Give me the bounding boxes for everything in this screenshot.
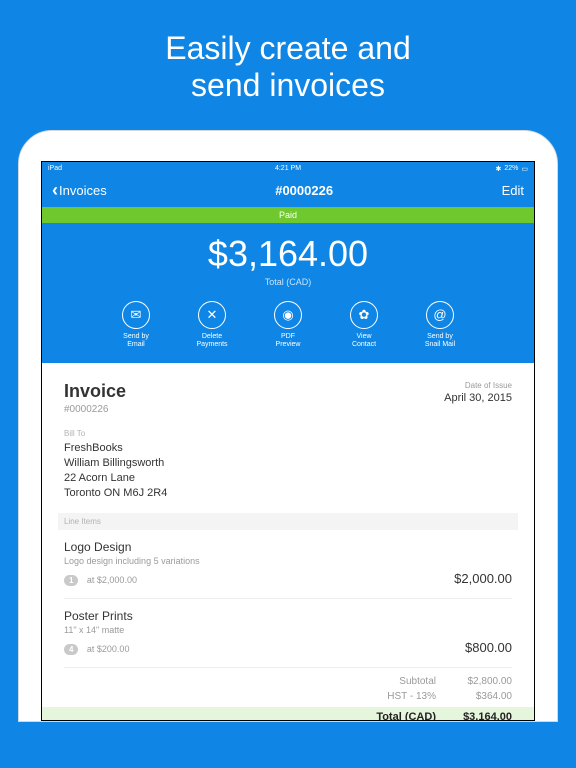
person-icon: ✿: [350, 301, 378, 329]
bill-to-block: FreshBooks William Billingsworth 22 Acor…: [64, 441, 512, 500]
invoice-amount: $3,164.00: [42, 233, 534, 275]
mail-icon: ✉: [122, 301, 150, 329]
close-icon: ✕: [198, 301, 226, 329]
snail-icon: @: [426, 301, 454, 329]
paid-banner: Paid: [42, 207, 534, 223]
item-name: Poster Prints: [64, 609, 512, 623]
qty-badge: 4: [64, 644, 78, 655]
status-bar: iPad 4:21 PM ✱ 22% ▭: [42, 162, 534, 176]
promo-headline: Easily create and send invoices: [0, 0, 576, 130]
view-contact-button[interactable]: ✿ ViewContact: [337, 301, 391, 350]
eye-icon: ◉: [274, 301, 302, 329]
line-item[interactable]: Logo Design Logo design including 5 vari…: [64, 530, 512, 599]
carrier-text: iPad: [48, 165, 62, 172]
invoice-header: Invoice #0000226 Date of Issue April 30,…: [64, 381, 512, 415]
back-label: Invoices: [59, 183, 107, 198]
bill-to-line: Toronto ON M6J 2R4: [64, 486, 512, 501]
totals-block: Subtotal $2,800.00 HST - 13% $364.00 Tot…: [64, 674, 512, 721]
nav-title: #0000226: [275, 183, 333, 198]
bill-to-line: FreshBooks: [64, 441, 512, 456]
invoice-title: Invoice: [64, 381, 126, 402]
promo-line1: Easily create and: [0, 30, 576, 67]
item-price: $2,000.00: [454, 571, 512, 586]
bill-to-line: 22 Acorn Lane: [64, 471, 512, 486]
bill-to-line: William Billingsworth: [64, 456, 512, 471]
battery-icon: ▭: [521, 165, 528, 173]
item-description: 11" x 14" matte: [64, 625, 512, 635]
bill-to-label: Bill To: [64, 429, 512, 438]
snail-mail-label: Send bySnail Mail: [425, 333, 455, 350]
promo-line2: send invoices: [0, 67, 576, 104]
item-name: Logo Design: [64, 540, 512, 554]
total-value: $3,164.00: [454, 711, 512, 721]
line-items-header: Line Items: [58, 513, 518, 530]
invoice-hero: $3,164.00 Total (CAD) ✉ Send byEmail ✕ D…: [42, 223, 534, 364]
qty-rate: at $200.00: [87, 644, 130, 654]
date-of-issue: April 30, 2015: [444, 392, 512, 404]
invoice-number: #0000226: [64, 404, 126, 415]
screen: iPad 4:21 PM ✱ 22% ▭ ‹ Invoices #0000226…: [41, 161, 535, 721]
status-right: ✱ 22% ▭: [495, 165, 528, 173]
invoice-body: Invoice #0000226 Date of Issue April 30,…: [42, 363, 534, 720]
date-of-issue-label: Date of Issue: [444, 381, 512, 390]
item-price: $800.00: [465, 640, 512, 655]
total-label: Total (CAD): [366, 711, 436, 721]
subtotal-label: Subtotal: [366, 676, 436, 687]
tax-value: $364.00: [454, 691, 512, 702]
qty-badge: 1: [64, 575, 78, 586]
battery-pct: 22%: [504, 165, 518, 172]
status-time: 4:21 PM: [275, 165, 301, 172]
send-email-button[interactable]: ✉ Send byEmail: [109, 301, 163, 350]
action-row: ✉ Send byEmail ✕ DeletePayments ◉ PDFPre…: [42, 301, 534, 350]
view-contact-label: ViewContact: [352, 333, 376, 350]
bluetooth-icon: ✱: [495, 165, 501, 173]
total-row: Total (CAD) $3,164.00: [42, 707, 534, 721]
delete-payments-label: DeletePayments: [196, 333, 227, 350]
item-description: Logo design including 5 variations: [64, 556, 512, 566]
invoice-amount-label: Total (CAD): [42, 277, 534, 287]
pdf-preview-label: PDFPreview: [276, 333, 301, 350]
chevron-left-icon: ‹: [52, 180, 58, 201]
delete-payments-button[interactable]: ✕ DeletePayments: [185, 301, 239, 350]
line-item[interactable]: Poster Prints 11" x 14" matte 4 at $200.…: [64, 599, 512, 668]
tax-row: HST - 13% $364.00: [64, 689, 512, 704]
subtotal-row: Subtotal $2,800.00: [64, 674, 512, 689]
qty-rate: at $2,000.00: [87, 575, 137, 585]
snail-mail-button[interactable]: @ Send bySnail Mail: [413, 301, 467, 350]
tablet-frame: iPad 4:21 PM ✱ 22% ▭ ‹ Invoices #0000226…: [18, 130, 558, 722]
tax-label: HST - 13%: [366, 691, 436, 702]
back-button[interactable]: ‹ Invoices: [52, 180, 107, 201]
send-email-label: Send byEmail: [123, 333, 149, 350]
subtotal-value: $2,800.00: [454, 676, 512, 687]
pdf-preview-button[interactable]: ◉ PDFPreview: [261, 301, 315, 350]
edit-button[interactable]: Edit: [502, 183, 524, 198]
nav-bar: ‹ Invoices #0000226 Edit: [42, 176, 534, 207]
